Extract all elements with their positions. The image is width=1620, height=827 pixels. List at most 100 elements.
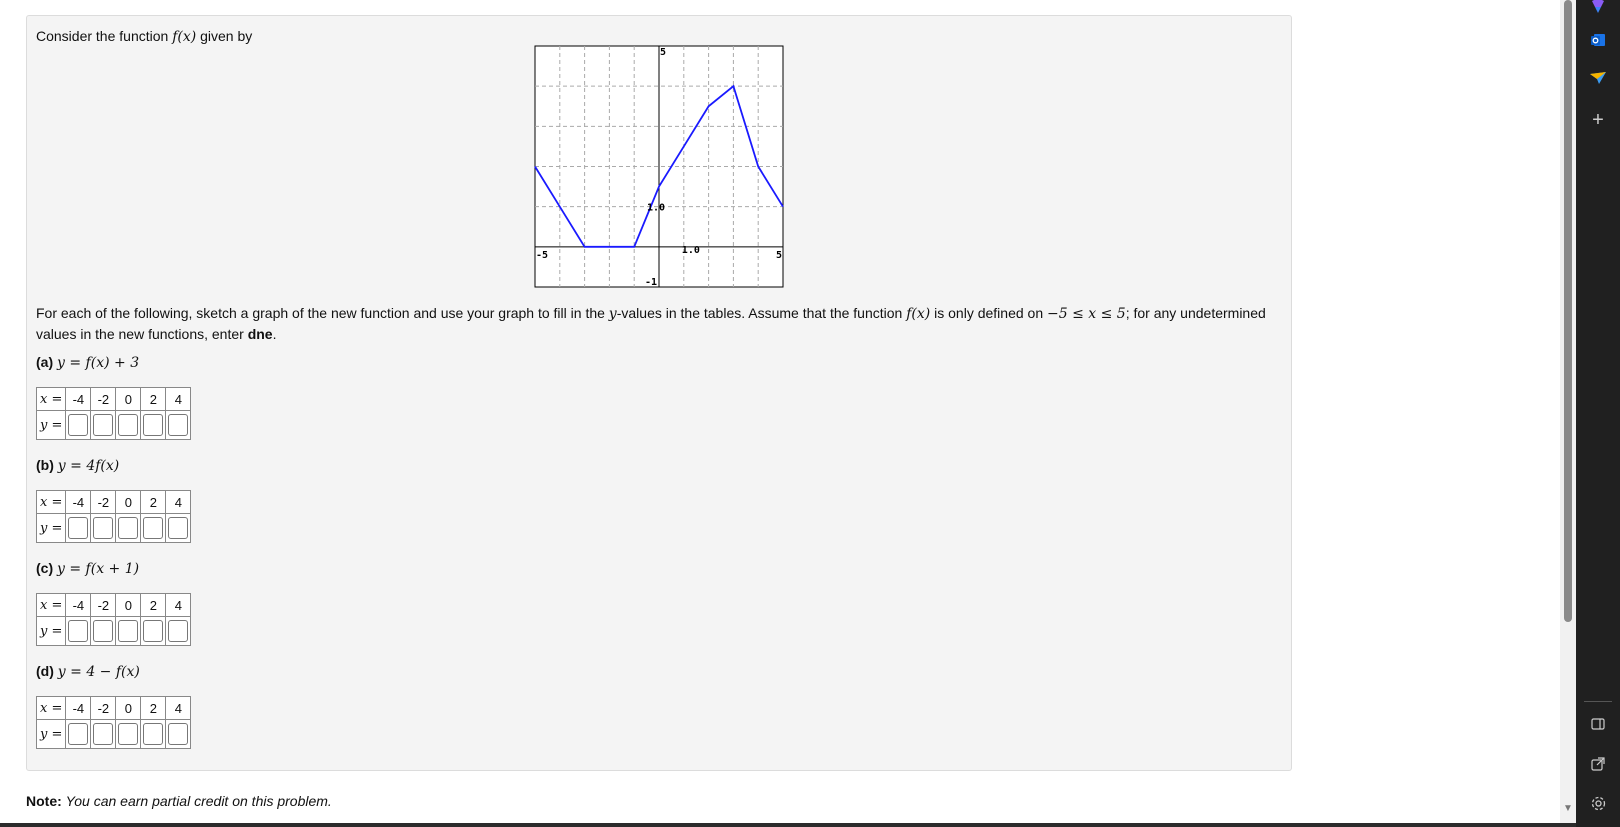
problem-container: Consider the function f(x) given by -5 5… — [26, 15, 1292, 771]
x-header: x = — [35, 593, 67, 617]
part-b-label: (b) y = 4f(x) — [36, 457, 119, 474]
answer-input-a-5[interactable] — [168, 414, 189, 436]
page-scrollbar[interactable]: ▼ — [1560, 0, 1576, 827]
intro-text-end: given by — [200, 28, 253, 44]
x-header: x = — [35, 387, 67, 411]
answer-cell — [165, 719, 192, 749]
answer-cell — [140, 719, 167, 749]
answer-input-a-2[interactable] — [93, 414, 114, 436]
answer-input-b-5[interactable] — [168, 517, 189, 539]
tick-label-x-unit: 1.0 — [682, 245, 700, 256]
part-b-formula: y = 4f(x) — [57, 458, 120, 474]
y-header: y = — [35, 410, 67, 440]
answer-cell — [140, 513, 167, 543]
answer-input-d-1[interactable] — [68, 723, 89, 745]
answer-input-a-3[interactable] — [118, 414, 139, 436]
sidebar-panel-icon[interactable] — [1584, 710, 1612, 738]
note-label: Note: — [26, 793, 62, 809]
answer-input-c-3[interactable] — [118, 620, 139, 642]
part-d-table: x = -4 -2 0 2 4 y = — [35, 696, 192, 749]
answer-cell — [90, 616, 117, 646]
tick-label-xmax: 5 — [776, 250, 782, 261]
table-row-y: y = — [35, 719, 192, 749]
part-a-letter: (a) — [36, 354, 54, 370]
answer-cell — [165, 616, 192, 646]
answer-input-d-5[interactable] — [168, 723, 189, 745]
settings-gear-icon[interactable] — [1584, 789, 1612, 817]
instructions-domain: −5 ≤ x ≤ 5 — [1047, 306, 1126, 322]
partial-credit-note: Note: You can earn partial credit on thi… — [26, 793, 332, 809]
answer-input-b-3[interactable] — [118, 517, 139, 539]
tick-label-ymin: -1 — [645, 277, 657, 288]
answer-input-a-4[interactable] — [143, 414, 164, 436]
scroll-down-arrow-icon[interactable]: ▼ — [1563, 803, 1573, 814]
outlook-icon[interactable] — [1584, 26, 1612, 54]
instructions-dne: dne — [247, 326, 273, 342]
answer-cell — [165, 410, 192, 440]
answer-cell — [165, 513, 192, 543]
y-header: y = — [35, 719, 67, 749]
tick-label-xmin: -5 — [536, 250, 548, 261]
answer-input-c-4[interactable] — [143, 620, 164, 642]
y-header: y = — [35, 616, 67, 646]
x-value: 0 — [115, 593, 142, 617]
answer-cell — [90, 513, 117, 543]
x-value: 2 — [140, 387, 167, 411]
instructions-y: y — [608, 306, 617, 322]
answer-input-c-2[interactable] — [93, 620, 114, 642]
answer-input-b-2[interactable] — [93, 517, 114, 539]
answer-input-d-2[interactable] — [93, 723, 114, 745]
answer-cell — [140, 410, 167, 440]
part-c-formula: y = f(x + 1) — [57, 561, 140, 577]
part-b-letter: (b) — [36, 457, 54, 473]
x-header: x = — [35, 490, 67, 514]
x-value: 0 — [115, 696, 142, 720]
intro-function: f(x) — [172, 29, 197, 45]
answer-cell — [65, 513, 92, 543]
part-d-letter: (d) — [36, 663, 54, 679]
open-external-icon[interactable] — [1584, 750, 1612, 778]
answer-input-d-3[interactable] — [118, 723, 139, 745]
table-row-x: x = -4 -2 0 2 4 — [35, 387, 192, 411]
x-value: 4 — [165, 387, 192, 411]
copilot-icon[interactable] — [1584, 0, 1612, 20]
x-value: 4 — [165, 593, 192, 617]
x-value: 2 — [140, 696, 167, 720]
answer-input-b-4[interactable] — [143, 517, 164, 539]
answer-input-c-5[interactable] — [168, 620, 189, 642]
x-value: -4 — [65, 387, 92, 411]
tick-label-y-unit: 1.0 — [647, 203, 665, 214]
answer-cell — [65, 410, 92, 440]
x-value: -2 — [90, 696, 117, 720]
answer-cell — [115, 719, 142, 749]
answer-cell — [115, 513, 142, 543]
answer-input-b-1[interactable] — [68, 517, 89, 539]
x-value: -4 — [65, 490, 92, 514]
x-value: -2 — [90, 387, 117, 411]
instructions-function: f(x) — [906, 306, 931, 322]
part-c-table: x = -4 -2 0 2 4 y = — [35, 593, 192, 646]
browser-sidebar: + — [1576, 0, 1620, 827]
part-d-label: (d) y = 4 − f(x) — [36, 663, 140, 680]
scrollbar-thumb[interactable] — [1564, 0, 1572, 622]
answer-input-c-1[interactable] — [68, 620, 89, 642]
answer-input-d-4[interactable] — [143, 723, 164, 745]
answer-cell — [115, 410, 142, 440]
part-c-letter: (c) — [36, 560, 54, 576]
x-value: -4 — [65, 593, 92, 617]
answer-cell — [90, 410, 117, 440]
answer-cell — [90, 719, 117, 749]
problem-intro: Consider the function f(x) given by — [36, 28, 252, 45]
table-row-y: y = — [35, 410, 192, 440]
x-value: -2 — [90, 490, 117, 514]
instructions-end: . — [272, 326, 277, 342]
x-header: x = — [35, 696, 67, 720]
x-value: 4 — [165, 490, 192, 514]
table-row-y: y = — [35, 513, 192, 543]
add-plus-icon[interactable]: + — [1584, 106, 1612, 134]
part-d-formula: y = 4 − f(x) — [57, 664, 140, 680]
instructions-text-1: For each of the following, sketch a grap… — [36, 305, 605, 321]
table-row-y: y = — [35, 616, 192, 646]
send-paper-plane-icon[interactable] — [1584, 64, 1612, 92]
answer-input-a-1[interactable] — [68, 414, 89, 436]
